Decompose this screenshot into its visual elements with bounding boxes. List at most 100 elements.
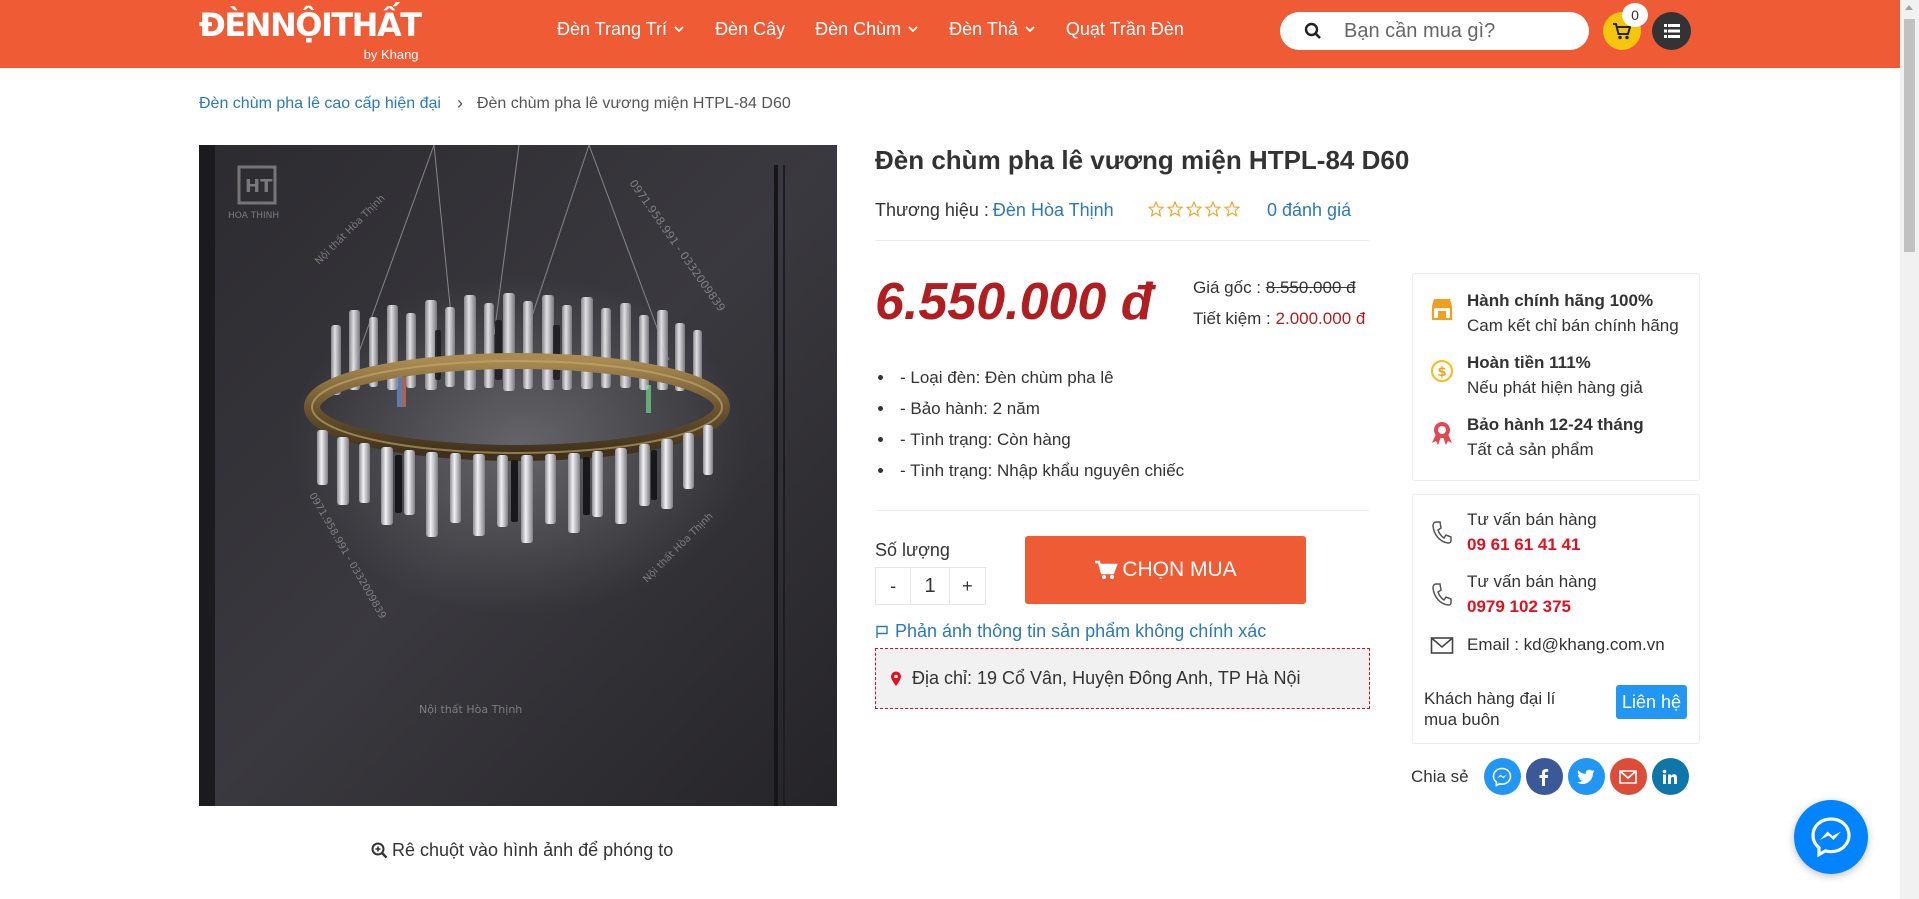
quantity-decrease-button[interactable]: -: [876, 568, 912, 604]
cart-count-badge: 0: [1622, 3, 1648, 27]
quantity-label: Số lượng: [875, 540, 950, 560]
brand-line: Thương hiệu : Đèn Hòa Thịnh: [875, 200, 1114, 221]
nav-label: Đèn Chùm: [815, 18, 902, 39]
rating-stars[interactable]: [1148, 201, 1243, 217]
hotline-label: Tư vấn bán hàng: [1467, 572, 1597, 591]
nav-den-tha[interactable]: Đèn Thả: [949, 19, 1036, 40]
buy-button[interactable]: CHỌN MUA: [1025, 536, 1306, 604]
original-price-line: Giá gốc : 8.550.000 đ: [1193, 278, 1356, 298]
dealer-text: Khách hàng đại lí mua buôn: [1424, 689, 1556, 729]
brand-label: Thương hiệu :: [875, 200, 989, 220]
share-messenger-button[interactable]: [1483, 758, 1521, 795]
report-link[interactable]: Phản ánh thông tin sản phẩm không chính …: [875, 621, 1266, 642]
breadcrumb-current: Đèn chùm pha lê vương miện HTPL-84 D60: [476, 94, 791, 112]
spec-text: - Bảo hành: 2 năm: [900, 398, 1040, 418]
contact-button[interactable]: Liên hệ: [1616, 685, 1687, 719]
list-menu-icon: [1663, 24, 1680, 38]
nav-quat-tran-den[interactable]: Quạt Trần Đèn: [1066, 19, 1184, 40]
phone-icon: [1432, 583, 1452, 606]
scroll-up-arrow-icon[interactable]: [1905, 5, 1913, 10]
spec-text: - Tình trạng: Còn hàng: [900, 429, 1071, 449]
email-item[interactable]: Email : kd@khang.com.vn: [1425, 632, 1665, 657]
store-address: Địa chỉ: 19 Cổ Vân, Huyện Đông Anh, TP H…: [875, 648, 1370, 709]
linkedin-icon: [1662, 769, 1678, 784]
star-outline-icon: [1186, 201, 1202, 217]
spec-text: - Tình trạng: Nhập khẩu nguyên chiếc: [900, 460, 1185, 480]
phone-icon: [1432, 521, 1452, 544]
warranty-ribbon-icon: [1432, 422, 1452, 445]
original-price-label: Giá gốc :: [1193, 278, 1262, 297]
star-outline-icon: [1148, 201, 1164, 217]
scroll-thumb[interactable]: [1904, 19, 1915, 252]
guarantee-desc: Cam kết chỉ bán chính hãng: [1467, 316, 1679, 335]
bullet: [878, 375, 883, 380]
bullet: [878, 468, 883, 473]
share-facebook-button[interactable]: [1525, 758, 1563, 795]
zoom-in-icon: [371, 842, 388, 859]
brand-link[interactable]: Đèn Hòa Thịnh: [993, 200, 1114, 221]
reviews-link[interactable]: 0 đánh giá: [1267, 200, 1351, 221]
search-box: [1280, 12, 1589, 50]
report-text: Phản ánh thông tin sản phẩm không chính …: [895, 621, 1267, 641]
main-nav: Đèn Trang Trí Đèn Cây Đèn Chùm Đèn Thả Q…: [557, 0, 1214, 58]
nav-den-chum[interactable]: Đèn Chùm: [815, 19, 919, 40]
chevron-down-icon: [1025, 26, 1035, 33]
refund-coin-icon: $: [1430, 359, 1454, 383]
twitter-icon: [1577, 769, 1595, 784]
bullet: [878, 406, 883, 411]
floating-messenger-button[interactable]: [1794, 800, 1868, 874]
guarantee-title: Bảo hành 12-24 tháng: [1467, 415, 1644, 434]
contact-box: Tư vấn bán hàng 09 61 61 41 41 Tư vấn bá…: [1412, 494, 1700, 744]
guarantee-title: Hành chính hãng 100%: [1467, 291, 1654, 310]
site-logo[interactable]: ĐÈNNỘITHẤT by Khang: [199, 7, 422, 62]
divider: [875, 510, 1369, 511]
hotline-item[interactable]: Tư vấn bán hàng 0979 102 375: [1425, 569, 1597, 619]
search-input[interactable]: [1344, 19, 1564, 43]
product-image[interactable]: HT HOA THINH 0971.958.991 - 0332009839 N…: [199, 145, 837, 806]
guarantee-item: Bảo hành 12-24 tháng Tất cả sản phẩm: [1425, 412, 1644, 462]
share-gmail-button[interactable]: [1609, 758, 1647, 795]
share-bar: Chia sẻ: [1411, 758, 1694, 795]
guarantee-item: Hành chính hãng 100% Cam kết chỉ bán chí…: [1425, 288, 1679, 338]
share-twitter-button[interactable]: [1567, 758, 1605, 795]
share-linkedin-button[interactable]: [1651, 758, 1689, 795]
breadcrumb-parent-link[interactable]: Đèn chùm pha lê cao cấp hiện đại: [199, 95, 441, 113]
star-outline-icon: [1205, 201, 1221, 217]
chandelier-photo: HT HOA THINH 0971.958.991 - 0332009839 N…: [199, 145, 837, 806]
quantity-increase-button[interactable]: +: [948, 568, 985, 604]
guarantee-desc: Nếu phát hiện hàng giả: [1467, 378, 1643, 397]
gmail-icon: [1619, 769, 1637, 784]
bullet: [878, 437, 883, 442]
nav-den-cay[interactable]: Đèn Cây: [715, 19, 785, 40]
nav-label: Quạt Trần Đèn: [1065, 18, 1184, 39]
share-label: Chia sẻ: [1411, 766, 1469, 786]
flag-icon: [876, 625, 888, 638]
site-header: ĐÈNNỘITHẤT by Khang Đèn Trang Trí Đèn Câ…: [0, 0, 1900, 68]
spec-item: - Tình trạng: Còn hàng: [875, 424, 1184, 455]
spec-list: - Loại đèn: Đèn chùm pha lê - Bảo hành: …: [875, 362, 1184, 486]
guarantee-box: Hành chính hãng 100% Cam kết chỉ bán chí…: [1412, 273, 1700, 481]
product-title: Đèn chùm pha lê vương miện HTPL-84 D60: [875, 145, 1410, 175]
nav-label: Đèn Thả: [949, 18, 1018, 39]
hotline-item[interactable]: Tư vấn bán hàng 09 61 61 41 41: [1425, 507, 1597, 557]
store-icon: [1431, 299, 1453, 321]
search-icon[interactable]: [1304, 22, 1322, 40]
breadcrumb: Đèn chùm pha lê cao cấp hiện đại › Đèn c…: [199, 93, 791, 114]
spec-item: - Bảo hành: 2 năm: [875, 393, 1184, 424]
quantity-input[interactable]: 1: [911, 568, 948, 604]
nav-den-trang-tri[interactable]: Đèn Trang Trí: [557, 19, 685, 40]
messenger-icon: [1492, 767, 1512, 787]
hotline-number: 09 61 61 41 41: [1467, 535, 1581, 554]
sale-price: 6.550.000 đ: [875, 273, 1153, 331]
nav-label: Đèn Trang Trí: [557, 18, 668, 39]
svg-text:HT: HT: [245, 176, 273, 197]
chevron-down-icon: [908, 26, 918, 33]
spec-item: - Tình trạng: Nhập khẩu nguyên chiếc: [875, 455, 1184, 486]
savings-value: 2.000.000 đ: [1275, 309, 1366, 328]
buy-label: CHỌN MUA: [1122, 558, 1237, 581]
svg-text:$: $: [1437, 365, 1446, 380]
page-scrollbar[interactable]: [1900, 0, 1919, 899]
menu-button[interactable]: [1652, 12, 1691, 50]
facebook-icon: [1539, 768, 1549, 786]
hotline-label: Tư vấn bán hàng: [1467, 510, 1597, 529]
